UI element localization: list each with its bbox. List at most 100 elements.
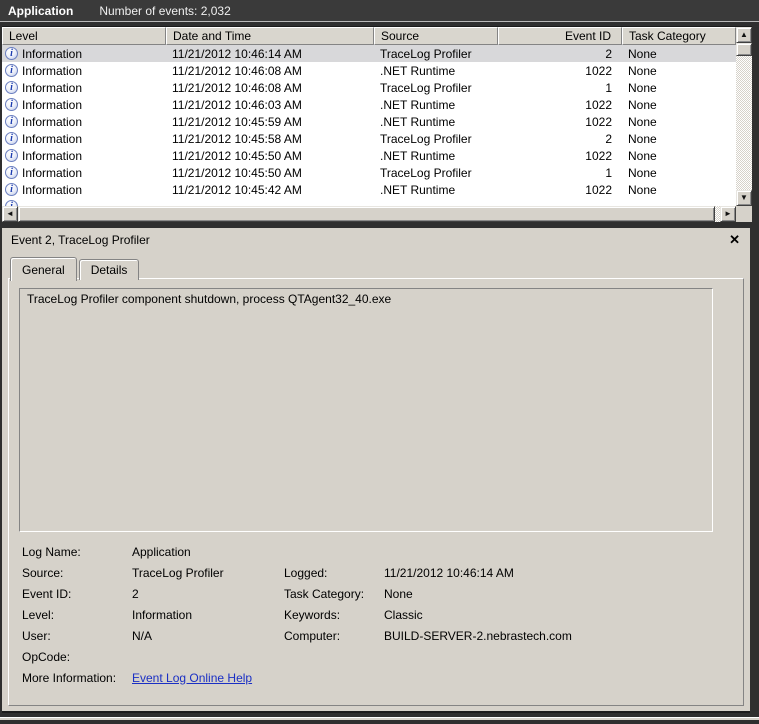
column-header-date-and-time[interactable]: Date and Time xyxy=(166,27,374,45)
column-header-event-id[interactable]: Event ID xyxy=(498,27,622,45)
scrollbar-corner xyxy=(736,206,752,222)
scroll-right-icon[interactable]: ► xyxy=(720,206,736,222)
field-label: OpCode: xyxy=(22,650,132,664)
field-label: Task Category: xyxy=(284,587,384,601)
event-id-cell: 1022 xyxy=(498,183,622,197)
datetime-cell: 11/21/2012 10:46:08 AM xyxy=(166,64,374,78)
column-header-task-category[interactable]: Task Category xyxy=(622,27,736,45)
field-value: None xyxy=(384,587,733,601)
horizontal-scroll-thumb[interactable] xyxy=(18,206,715,222)
event-row[interactable]: i Information 11/21/2012 10:45:42 AM .NE… xyxy=(2,181,736,198)
preview-title-bar: Event 2, TraceLog Profiler ✕ xyxy=(2,230,750,250)
information-icon: i xyxy=(5,81,18,94)
field-label: Level: xyxy=(22,608,132,622)
event-row[interactable]: i Information 11/21/2012 10:46:08 AM .NE… xyxy=(2,62,736,79)
information-icon: i xyxy=(5,47,18,60)
datetime-cell: 11/21/2012 10:46:08 AM xyxy=(166,81,374,95)
event-row[interactable]: i Information 11/21/2012 10:45:50 AM Tra… xyxy=(2,164,736,181)
information-icon: i xyxy=(5,166,18,179)
vertical-scroll-track[interactable] xyxy=(736,43,752,190)
scroll-left-icon[interactable]: ◄ xyxy=(2,206,18,222)
datetime-cell: 11/21/2012 10:46:03 AM xyxy=(166,98,374,112)
field-value: Classic xyxy=(384,608,733,622)
scroll-down-icon[interactable]: ▼ xyxy=(736,190,752,206)
tab-general[interactable]: General xyxy=(10,257,77,281)
event-message-box[interactable]: TraceLog Profiler component shutdown, pr… xyxy=(19,288,713,532)
task-category-cell: None xyxy=(622,149,736,163)
field-row: Source: TraceLog Profiler Logged: 11/21/… xyxy=(22,562,733,583)
source-cell: .NET Runtime xyxy=(374,183,498,197)
task-category-cell: None xyxy=(622,64,736,78)
level-cell: i Information xyxy=(2,64,166,78)
field-label: Logged: xyxy=(284,566,384,580)
event-row[interactable]: i Information 11/21/2012 10:45:59 AM .NE… xyxy=(2,113,736,130)
event-row[interactable]: i Information 11/21/2012 10:46:03 AM .NE… xyxy=(2,96,736,113)
field-label: More Information: xyxy=(22,671,132,685)
event-rows: i Information 11/21/2012 10:46:14 AM Tra… xyxy=(2,45,736,206)
datetime-cell: 11/21/2012 10:45:50 AM xyxy=(166,149,374,163)
event-message: TraceLog Profiler component shutdown, pr… xyxy=(27,292,391,306)
event-count-label: Number of events: 2,032 xyxy=(99,4,230,18)
column-header-source[interactable]: Source xyxy=(374,27,498,45)
field-value: N/A xyxy=(132,629,284,643)
information-icon: i xyxy=(5,64,18,77)
vertical-scrollbar[interactable]: ▲ ▼ xyxy=(736,27,752,206)
scroll-up-icon[interactable]: ▲ xyxy=(736,27,752,43)
event-row[interactable]: i Information 11/21/2012 10:45:58 AM Tra… xyxy=(2,130,736,147)
level-cell: i Information xyxy=(2,47,166,61)
event-id-cell: 2 xyxy=(498,132,622,146)
table-header-row: LevelDate and TimeSourceEvent IDTask Cat… xyxy=(2,27,736,45)
task-category-cell: None xyxy=(622,98,736,112)
field-value: BUILD-SERVER-2.nebrastech.com xyxy=(384,629,733,643)
event-row[interactable]: i Information 11/21/2012 10:45:50 AM .NE… xyxy=(2,147,736,164)
field-row: Log Name: Application xyxy=(22,541,733,562)
task-category-cell: None xyxy=(622,166,736,180)
task-category-cell: None xyxy=(622,183,736,197)
information-icon: i xyxy=(5,183,18,196)
datetime-cell: 11/21/2012 10:45:58 AM xyxy=(166,132,374,146)
close-icon[interactable]: ✕ xyxy=(729,232,740,248)
bottom-frame xyxy=(0,715,759,724)
event-id-cell: 1022 xyxy=(498,64,622,78)
field-label: Keywords: xyxy=(284,608,384,622)
vertical-scroll-thumb[interactable] xyxy=(736,43,752,56)
preview-tabs: GeneralDetails xyxy=(10,255,141,279)
information-icon: i xyxy=(5,98,18,111)
field-label: Log Name: xyxy=(22,545,132,559)
field-row: OpCode: xyxy=(22,646,733,667)
datetime-cell: 11/21/2012 10:45:50 AM xyxy=(166,166,374,180)
level-cell: i Information xyxy=(2,98,166,112)
source-cell: .NET Runtime xyxy=(374,115,498,129)
bottom-divider xyxy=(0,717,759,720)
information-icon: i xyxy=(5,132,18,145)
log-name-title: Application xyxy=(8,4,73,18)
event-id-cell: 1 xyxy=(498,166,622,180)
log-header-bar: Application Number of events: 2,032 xyxy=(0,0,759,22)
event-fields: Log Name: Application Source: TraceLog P… xyxy=(22,541,733,688)
task-category-cell: None xyxy=(622,132,736,146)
field-value: Event Log Online Help xyxy=(132,671,284,685)
event-row[interactable]: i Information 11/21/2012 10:46:08 AM Tra… xyxy=(2,79,736,96)
column-header-level[interactable]: Level xyxy=(2,27,166,45)
level-cell: i Information xyxy=(2,183,166,197)
source-cell: TraceLog Profiler xyxy=(374,132,498,146)
field-row: Event ID: 2 Task Category: None xyxy=(22,583,733,604)
level-cell: i Information xyxy=(2,132,166,146)
field-value: 11/21/2012 10:46:14 AM xyxy=(384,566,733,580)
information-icon: i xyxy=(5,149,18,162)
task-category-cell: None xyxy=(622,81,736,95)
tab-details[interactable]: Details xyxy=(79,259,140,280)
event-row[interactable]: i xyxy=(2,198,736,206)
field-value: Information xyxy=(132,608,284,622)
level-cell: i Information xyxy=(2,115,166,129)
event-id-cell: 1022 xyxy=(498,149,622,163)
horizontal-scrollbar[interactable]: ◄ ► xyxy=(2,206,736,222)
field-label: Source: xyxy=(22,566,132,580)
level-cell: i Information xyxy=(2,149,166,163)
level-cell: i Information xyxy=(2,166,166,180)
field-row: Level: Information Keywords: Classic xyxy=(22,604,733,625)
task-category-cell: None xyxy=(622,115,736,129)
event-row[interactable]: i Information 11/21/2012 10:46:14 AM Tra… xyxy=(2,45,736,62)
field-value: 2 xyxy=(132,587,284,601)
event-log-online-help-link[interactable]: Event Log Online Help xyxy=(132,671,252,685)
